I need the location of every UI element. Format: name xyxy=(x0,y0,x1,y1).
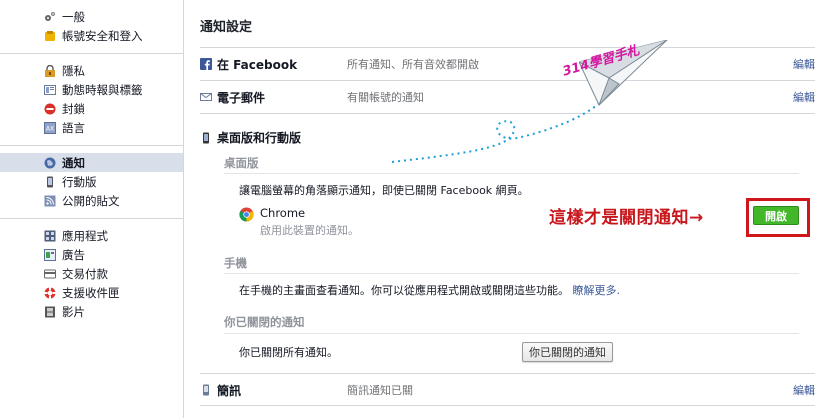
globe-icon xyxy=(44,157,56,169)
desktop-mobile-section-title: 桌面版和行動版 xyxy=(200,129,301,146)
settings-sidebar: 一般 帳號安全和登入 隱私 動態時報與標籤 封鎖 AX 語言 通知 行動版 公開… xyxy=(0,0,183,418)
sidebar-item-label: 隱私 xyxy=(62,63,85,78)
sidebar-item-apps[interactable]: 應用程式 xyxy=(0,226,183,245)
sidebar-item-mobile[interactable]: 行動版 xyxy=(0,172,183,191)
sidebar-group-privacy: 隱私 動態時報與標籤 封鎖 AX 語言 xyxy=(0,54,183,146)
edit-link[interactable]: 編輯 xyxy=(793,89,815,105)
sidebar-item-label: 通知 xyxy=(62,155,85,170)
film-icon xyxy=(44,306,56,318)
sidebar-group-notifications: 通知 行動版 公開的貼文 xyxy=(0,146,183,219)
sidebar-item-label: 公開的貼文 xyxy=(62,193,120,208)
turned-off-subsection-title: 你已關閉的通知 xyxy=(224,315,305,329)
sidebar-item-label: 語言 xyxy=(62,120,85,135)
facebook-icon xyxy=(200,58,212,70)
sidebar-item-notifications[interactable]: 通知 xyxy=(0,153,183,172)
sidebar-group-account: 一般 帳號安全和登入 xyxy=(0,0,183,54)
chrome-icon xyxy=(239,207,254,222)
annotation-text: 這樣才是關閉通知→ xyxy=(549,208,704,228)
gears-icon xyxy=(44,11,56,23)
section-label: 桌面版和行動版 xyxy=(217,131,302,145)
sms-notifications-row[interactable]: 簡訊 簡訊通知已關 編輯 xyxy=(200,374,815,406)
sidebar-item-label: 應用程式 xyxy=(62,228,108,243)
row-label: 在 Facebook xyxy=(217,57,298,72)
row-value: 簡訊通知已關 xyxy=(347,384,413,397)
mobile-description-text: 在手機的主畫面查看通知。你可以從應用程式開啟或關閉這些功能。 xyxy=(239,284,569,297)
timeline-icon xyxy=(44,84,56,96)
sidebar-item-label: 一般 xyxy=(62,9,85,24)
ads-icon xyxy=(44,248,56,261)
phone-icon xyxy=(200,384,212,396)
browser-description: 啟用此裝置的通知。 xyxy=(260,224,359,237)
mobile-icon xyxy=(44,176,56,188)
sidebar-item-general[interactable]: 一般 xyxy=(0,7,183,26)
turned-off-notifications-button[interactable]: 你已關閉的通知 xyxy=(522,342,613,362)
sidebar-item-videos[interactable]: 影片 xyxy=(0,302,183,321)
badge-icon xyxy=(44,30,56,42)
rss-icon xyxy=(44,195,56,207)
svg-text:AX: AX xyxy=(46,125,54,132)
sidebar-item-blocking[interactable]: 封鎖 xyxy=(0,99,183,118)
page-title: 通知設定 xyxy=(200,20,253,35)
sidebar-item-privacy[interactable]: 隱私 xyxy=(0,61,183,80)
edit-link[interactable]: 編輯 xyxy=(793,56,815,72)
enable-desktop-notifications-button[interactable]: 開啟 xyxy=(753,206,799,225)
sidebar-item-public-posts[interactable]: 公開的貼文 xyxy=(0,191,183,210)
browser-name: Chrome xyxy=(260,206,306,220)
sidebar-item-label: 行動版 xyxy=(62,174,97,189)
sidebar-item-label: 帳號安全和登入 xyxy=(62,28,143,43)
lock-icon xyxy=(44,64,56,77)
mobile-description: 在手機的主畫面查看通知。你可以從應用程式開啟或關閉這些功能。 瞭解更多. xyxy=(239,282,620,298)
apps-icon xyxy=(44,230,56,242)
sidebar-item-label: 影片 xyxy=(62,304,85,319)
sidebar-item-security[interactable]: 帳號安全和登入 xyxy=(0,26,183,45)
desktop-description: 讓電腦螢幕的角落顯示通知，即使已關閉 Facebook 網頁。 xyxy=(239,184,529,197)
edit-link[interactable]: 編輯 xyxy=(793,382,815,398)
row-label: 電子郵件 xyxy=(217,90,266,105)
sidebar-item-label: 支援收件匣 xyxy=(62,285,120,300)
notification-settings-panel: 通知設定 在 Facebook 所有通知、所有音效都開啟 編輯 電子郵件 有關帳… xyxy=(183,0,823,418)
sidebar-item-timeline[interactable]: 動態時報與標籤 xyxy=(0,80,183,99)
subsection-divider xyxy=(224,333,799,334)
sidebar-item-label: 廣告 xyxy=(62,247,85,262)
sidebar-item-label: 封鎖 xyxy=(62,101,85,116)
sidebar-item-payments[interactable]: 交易付款 xyxy=(0,264,183,283)
mobile-subsection-title: 手機 xyxy=(224,256,247,270)
sidebar-group-apps: 應用程式 廣告 交易付款 支援收件匣 影片 xyxy=(0,219,183,329)
sidebar-item-language[interactable]: AX 語言 xyxy=(0,118,183,137)
divider xyxy=(200,405,815,406)
lifebuoy-icon xyxy=(44,287,56,299)
mobile-icon xyxy=(200,132,212,144)
subsection-divider xyxy=(224,173,799,174)
sidebar-item-support-inbox[interactable]: 支援收件匣 xyxy=(0,283,183,302)
payment-icon xyxy=(44,268,56,280)
learn-more-link[interactable]: 瞭解更多. xyxy=(573,284,621,297)
sidebar-item-label: 動態時報與標籤 xyxy=(62,82,143,97)
subsection-divider xyxy=(224,273,799,274)
sidebar-item-ads[interactable]: 廣告 xyxy=(0,245,183,264)
block-icon xyxy=(44,103,56,115)
row-label: 簡訊 xyxy=(217,383,242,398)
browser-row: Chrome 啟用此裝置的通知。 xyxy=(239,206,359,238)
desktop-subsection-title: 桌面版 xyxy=(224,156,259,170)
envelope-icon xyxy=(200,91,212,103)
language-icon: AX xyxy=(44,121,56,134)
sidebar-item-label: 交易付款 xyxy=(62,266,108,281)
turned-off-description: 你已關閉所有通知。 xyxy=(239,346,338,359)
